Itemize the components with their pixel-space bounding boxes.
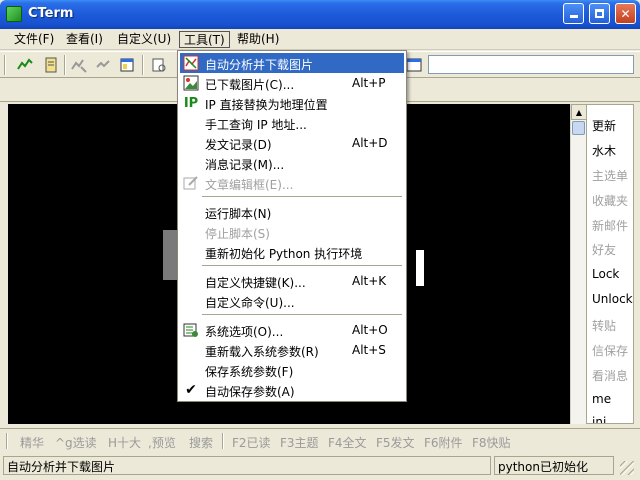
window-title: CTerm xyxy=(28,6,74,21)
quick-update[interactable]: 更新 xyxy=(592,117,616,134)
menu-ip-to-location[interactable]: IP IP 直接替换为地理位置 xyxy=(180,93,404,113)
menu-customize[interactable]: 自定义(U) xyxy=(113,31,175,48)
close-button[interactable]: ✕ xyxy=(615,3,636,24)
quick-shuimu[interactable]: 水木 xyxy=(592,142,616,159)
fullscreen-icon[interactable] xyxy=(405,56,423,74)
menu-save-settings[interactable]: 保存系统参数(F) xyxy=(180,360,404,380)
quick-me[interactable]: me xyxy=(592,392,611,406)
scroll-up-button[interactable]: ▲ xyxy=(571,104,587,120)
fn-top-ten[interactable]: H十大 xyxy=(108,434,141,451)
menu-message-history[interactable]: 消息记录(M)... xyxy=(180,153,404,173)
menu-stop-script[interactable]: 停止脚本(S) xyxy=(180,222,404,242)
settings-icon xyxy=(183,322,199,338)
menu-auto-download-images[interactable]: 自动分析并下载图片 xyxy=(180,53,404,73)
quick-new-mail[interactable]: 新邮件 xyxy=(592,217,628,234)
auto-download-icon xyxy=(183,55,199,71)
tools-menu: 自动分析并下载图片 已下载图片(C)... Alt+P IP IP 直接替换为地… xyxy=(177,50,407,402)
resize-grip[interactable] xyxy=(620,461,634,475)
connect-icon[interactable] xyxy=(16,56,34,74)
menu-downloaded-images[interactable]: 已下载图片(C)... Alt+P xyxy=(180,73,404,93)
disconnect-icon[interactable] xyxy=(70,56,88,74)
menu-custom-commands[interactable]: 自定义命令(U)... xyxy=(180,291,404,311)
preview-icon[interactable] xyxy=(150,56,168,74)
checkmark-icon: ✔ xyxy=(185,382,197,398)
fn-f8-quickpaste[interactable]: F8快贴 xyxy=(472,434,511,451)
fn-f5-post[interactable]: F5发文 xyxy=(376,434,415,451)
quick-buttons-panel: 更新 水木 主选单 收藏夹 新邮件 好友 Lock Unlock 转贴 信保存 … xyxy=(586,104,634,424)
menu-bar: 文件(F) 查看(I) 自定义(U) 工具(T) 帮助(H) xyxy=(0,29,640,50)
menu-view[interactable]: 查看(I) xyxy=(62,31,107,48)
window-icon[interactable] xyxy=(118,56,136,74)
menu-separator xyxy=(202,265,402,267)
quick-main-menu[interactable]: 主选单 xyxy=(592,167,628,184)
status-bar: 自动分析并下载图片 python已初始化 xyxy=(0,453,640,480)
menu-manual-ip-lookup[interactable]: 手工查询 IP 地址... xyxy=(180,113,404,133)
picture-icon xyxy=(183,75,199,91)
menu-separator xyxy=(202,314,402,316)
menu-post-history[interactable]: 发文记录(D) Alt+D xyxy=(180,133,404,153)
menu-reload-settings[interactable]: 重新载入系统参数(R) Alt+S xyxy=(180,340,404,360)
menu-tools[interactable]: 工具(T) xyxy=(179,31,230,48)
quick-lock[interactable]: Lock xyxy=(592,267,619,281)
quick-save-mail[interactable]: 信保存 xyxy=(592,342,628,359)
maximize-button[interactable] xyxy=(589,3,610,24)
quick-unlock[interactable]: Unlock xyxy=(592,292,633,306)
menu-auto-save-settings[interactable]: ✔ 自动保存参数(A) xyxy=(180,380,404,400)
menu-article-editor[interactable]: 文章编辑框(E)... xyxy=(180,173,404,193)
menu-file[interactable]: 文件(F) xyxy=(10,31,58,48)
fn-digest[interactable]: 精华 xyxy=(20,434,44,451)
menu-run-script[interactable]: 运行脚本(N) xyxy=(180,202,404,222)
fn-f2-read[interactable]: F2已读 xyxy=(232,434,271,451)
python-status: python已初始化 xyxy=(494,456,614,475)
fnbar-separator xyxy=(222,433,224,449)
status-message: 自动分析并下载图片 xyxy=(3,456,491,475)
menu-custom-shortcuts[interactable]: 自定义快捷键(K)... Alt+K xyxy=(180,271,404,291)
arrow-up-icon: ▲ xyxy=(575,107,583,117)
quick-repost[interactable]: 转贴 xyxy=(592,317,616,334)
app-icon xyxy=(6,6,22,22)
menu-help[interactable]: 帮助(H) xyxy=(233,31,283,48)
maximize-icon xyxy=(595,9,604,18)
fn-f6-attachment[interactable]: F6附件 xyxy=(424,434,463,451)
address-input[interactable] xyxy=(428,55,634,74)
title-bar[interactable]: CTerm ✕ xyxy=(0,0,640,29)
reconnect-icon[interactable] xyxy=(94,56,112,74)
quick-view-messages[interactable]: 看消息 xyxy=(592,367,628,384)
vertical-scrollbar[interactable]: ▲ xyxy=(570,104,587,424)
minimize-button[interactable] xyxy=(563,3,584,24)
fn-f3-topic[interactable]: F3主题 xyxy=(280,434,319,451)
fn-f4-fulltext[interactable]: F4全文 xyxy=(328,434,367,451)
quick-ini[interactable]: ini xyxy=(592,415,606,423)
close-icon: ✕ xyxy=(620,6,631,21)
ip-icon: IP xyxy=(183,95,199,111)
quick-friends[interactable]: 好友 xyxy=(592,241,616,258)
terminal-graphic xyxy=(163,230,177,280)
fn-search[interactable]: 搜索 xyxy=(189,434,213,451)
toolbar-grip xyxy=(4,55,6,75)
function-bar: 精华 ^g选读 H十大 ,预览 搜索 F2已读 F3主题 F4全文 F5发文 F… xyxy=(0,428,640,452)
minimize-icon xyxy=(569,15,578,18)
toolbar-separator xyxy=(142,55,144,75)
scroll-thumb[interactable] xyxy=(572,121,585,135)
fnbar-grip xyxy=(6,433,8,449)
fn-preview[interactable]: ,预览 xyxy=(148,434,176,451)
quick-favorites[interactable]: 收藏夹 xyxy=(592,192,628,209)
menu-system-options[interactable]: 系统选项(O)... Alt+O xyxy=(180,320,404,340)
menu-separator xyxy=(202,196,402,198)
toolbar-separator xyxy=(64,55,66,75)
terminal-cursor xyxy=(416,250,424,286)
edit-icon xyxy=(183,175,199,191)
fn-select-read[interactable]: ^g选读 xyxy=(55,434,97,451)
address-book-icon[interactable] xyxy=(42,56,60,74)
menu-reinit-python[interactable]: 重新初始化 Python 执行环境 xyxy=(180,242,404,262)
